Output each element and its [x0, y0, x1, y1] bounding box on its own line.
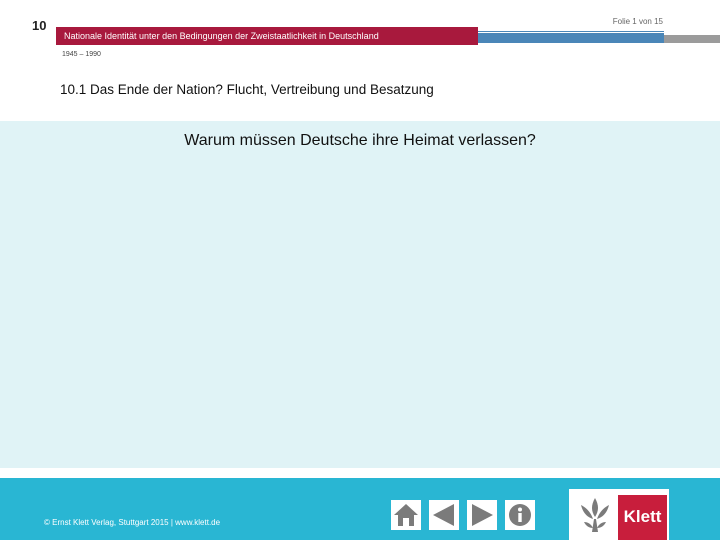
klett-emblem-icon: [581, 498, 609, 532]
klett-wordmark-box: Klett: [618, 495, 667, 540]
arrow-right-icon: [472, 504, 493, 526]
previous-slide-button[interactable]: [429, 500, 459, 530]
chapter-title: Nationale Identität unter den Bedingunge…: [64, 31, 379, 41]
chapter-number: 10: [32, 18, 47, 33]
home-button[interactable]: [391, 500, 421, 530]
footer-bar: © Ernst Klett Verlag, Stuttgart 2015 | w…: [0, 478, 720, 540]
klett-logo: Klett: [569, 489, 669, 540]
info-icon: [509, 504, 531, 526]
period-label: 1945 – 1990: [62, 51, 101, 58]
next-slide-button[interactable]: [467, 500, 497, 530]
chapter-title-band: Nationale Identität unter den Bedingunge…: [56, 27, 478, 45]
arrow-left-icon: [433, 504, 454, 526]
header-accent-gray: [664, 35, 720, 43]
question-heading: Warum müssen Deutsche ihre Heimat verlas…: [184, 132, 536, 149]
home-icon: [394, 504, 418, 526]
klett-wordmark: Klett: [623, 507, 662, 526]
slide-counter: Folie 1 von 15: [612, 17, 663, 26]
info-button[interactable]: [505, 500, 535, 530]
header-accent-blue: [478, 31, 664, 43]
section-title: 10.1 Das Ende der Nation? Flucht, Vertre…: [60, 82, 434, 97]
copyright-text: © Ernst Klett Verlag, Stuttgart 2015 | w…: [44, 518, 221, 527]
content-area: Warum müssen Deutsche ihre Heimat verlas…: [0, 121, 720, 468]
